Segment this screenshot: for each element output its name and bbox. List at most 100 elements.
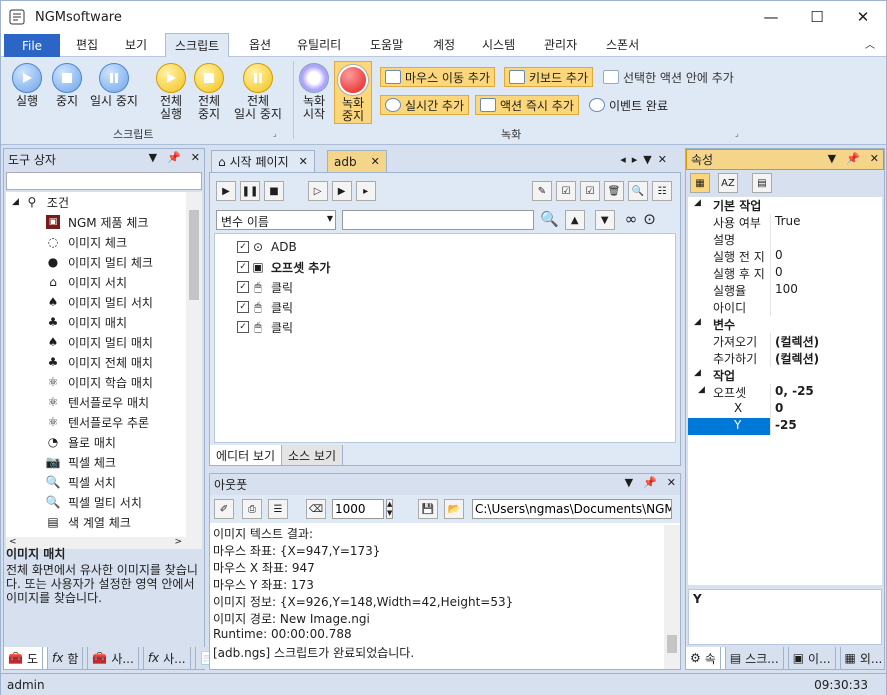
tab-adb[interactable]: adb ✕ [327, 150, 387, 172]
add-action-now-button[interactable]: 액션 즉시 추가 [475, 95, 579, 115]
tab-start-page[interactable]: ⌂ 시작 페이지 ✕ [211, 150, 315, 172]
infinity-icon[interactable]: ∞ [625, 210, 638, 230]
action-tree-node[interactable]: ✓ 🖱 클릭 [237, 277, 293, 297]
property-row[interactable]: Y -25 [688, 418, 881, 435]
tab-properties[interactable]: ⚙ 속 [686, 647, 726, 669]
close-icon[interactable]: ✕ [299, 155, 308, 168]
stop-all-button[interactable]: 전체 중지 [191, 63, 227, 121]
menu-account[interactable]: 계정 [433, 36, 455, 53]
tab-external[interactable]: ▦ 외... [841, 647, 887, 669]
menu-utility[interactable]: 유틸리티 [297, 36, 341, 53]
property-category[interactable]: 작업 [688, 367, 881, 384]
tab-source-view[interactable]: 소스 보기 [282, 445, 343, 465]
collapse-icon[interactable]: ◢ [694, 317, 701, 327]
tree-root-condition[interactable]: ◢ ⚲ 조건 [12, 192, 69, 212]
add-in-selected-button[interactable]: 선택한 액션 안에 추가 [599, 67, 738, 87]
property-category[interactable]: 변수 [688, 316, 881, 333]
event-done-button[interactable]: 이벤트 완료 [585, 95, 672, 115]
node-checkbox[interactable]: ✓ [237, 281, 249, 293]
sort-az-icon[interactable]: AZ [718, 173, 738, 193]
toolbox-item[interactable]: ⚛ 이미지 학습 매치 [46, 372, 153, 392]
group-launcher-icon[interactable]: ⌟ [735, 129, 739, 138]
toolbox-item[interactable]: ● 이미지 멀티 체크 [46, 252, 153, 272]
arrow-up-icon[interactable]: ▲ [564, 210, 585, 230]
menu-system[interactable]: 시스템 [482, 36, 515, 53]
menu-options[interactable]: 옵션 [249, 36, 271, 53]
output-count-input[interactable] [332, 499, 384, 519]
toolbox-item[interactable]: ⌂ 이미지 서치 [46, 272, 127, 292]
toolbox-item[interactable]: ⚛ 텐서플로우 추론 [46, 412, 150, 432]
run-button[interactable]: 실행 [9, 63, 45, 108]
toolbox-item[interactable]: ♣ 이미지 매치 [46, 312, 127, 332]
dropdown-icon[interactable]: ▼ [625, 476, 633, 489]
property-row[interactable]: 실행 후 지0 [688, 265, 881, 282]
pause-button[interactable]: 일시 중지 [87, 63, 141, 108]
toolbox-item[interactable]: 🔍 픽셀 멀티 서치 [46, 492, 142, 512]
tab-images[interactable]: ▣ 이... [789, 647, 841, 669]
tab-nav-icons[interactable]: ◂▸▼✕ [620, 153, 673, 166]
maximize-button[interactable]: ☐ [794, 1, 840, 33]
collapse-icon[interactable]: ◢ [694, 198, 701, 208]
node-checkbox[interactable]: ✓ [237, 321, 249, 333]
close-icon[interactable]: ✕ [371, 155, 380, 168]
close-icon[interactable]: ✕ [667, 476, 676, 489]
toolbox-scrollbar[interactable] [186, 192, 202, 537]
folder-icon[interactable]: 📂 [444, 499, 464, 519]
collapse-icon[interactable]: ◢ [694, 368, 701, 378]
property-row[interactable]: 실행 전 지0 [688, 248, 881, 265]
toolbox-item[interactable]: ▤ 색 계열 체크 [46, 512, 131, 532]
menu-edit[interactable]: 편집 [76, 36, 98, 53]
play-icon[interactable]: ▶ [216, 181, 236, 201]
stop-icon[interactable]: ■ [264, 181, 284, 201]
edit-icon[interactable]: ✎ [532, 181, 552, 201]
check-icon[interactable]: ☑ [580, 181, 600, 201]
group-launcher-icon[interactable]: ⌟ [273, 129, 277, 138]
check-all-icon[interactable]: ☑ [556, 181, 576, 201]
scroll-thumb[interactable] [189, 210, 199, 300]
action-tree-node[interactable]: ✓ ⊙ ADB [237, 237, 297, 257]
variable-value-input[interactable] [342, 210, 534, 230]
menu-file[interactable]: File [4, 34, 60, 57]
arrow-down-icon[interactable]: ▼ [594, 210, 615, 230]
pause-icon[interactable]: ❚❚ [240, 181, 260, 201]
search-icon[interactable]: 🔍 [540, 210, 559, 230]
step-over-icon[interactable]: ▸ [355, 181, 376, 201]
collapse-icon[interactable]: ◢ [12, 197, 19, 207]
pin-icon[interactable]: 📌 [846, 152, 860, 165]
tab-script[interactable]: ▤ 스크... [726, 647, 789, 669]
toolbox-item[interactable]: ♣ 이미지 전체 매치 [46, 352, 153, 372]
node-checkbox[interactable]: ✓ [237, 301, 249, 313]
tab-user-func[interactable]: fx 사... [144, 647, 196, 669]
node-checkbox[interactable]: ✓ [237, 261, 249, 273]
action-tree-node[interactable]: ✓ 🖱 클릭 [237, 317, 293, 337]
pin-icon[interactable]: 📌 [167, 151, 181, 164]
property-category[interactable]: 기본 작업 [688, 197, 881, 214]
pause-all-button[interactable]: 전체 일시 중지 [229, 63, 287, 121]
scroll-thumb[interactable] [667, 635, 677, 653]
stop-button[interactable]: 중지 [49, 63, 85, 108]
tab-editor-view[interactable]: 에디터 보기 [210, 445, 283, 465]
minimize-button[interactable]: — [748, 1, 794, 33]
menu-script[interactable]: 스크립트 [165, 33, 230, 58]
eraser-icon[interactable]: ⌫ [306, 499, 326, 519]
delete-icon[interactable]: 🗑 [604, 181, 624, 201]
tab-functions[interactable]: fx 함 [48, 647, 89, 669]
more-icon[interactable]: ⊙ [643, 210, 656, 230]
tab-toolbox[interactable]: 🧰 도 [4, 647, 48, 669]
menu-sponsor[interactable]: 스폰서 [606, 36, 639, 53]
pin-icon[interactable]: 📌 [643, 476, 657, 489]
toolbox-item[interactable]: ⚛ 텐서플로우 매치 [46, 392, 150, 412]
record-stop-button[interactable]: 녹화 중지 [334, 61, 372, 124]
node-checkbox[interactable]: ✓ [237, 241, 249, 253]
dropdown-icon[interactable]: ▼ [828, 152, 836, 165]
menu-help[interactable]: 도움말 [370, 36, 403, 53]
output-scrollbar[interactable] [664, 525, 680, 669]
variable-select[interactable]: 변수 이름 ▼ [216, 210, 336, 230]
tab-user[interactable]: 🧰 사... [88, 647, 144, 669]
toolbox-item[interactable]: ◔ 욜로 매치 [46, 432, 116, 452]
add-keyboard-button[interactable]: 키보드 추가 [504, 67, 594, 87]
menu-view[interactable]: 보기 [125, 36, 147, 53]
toolbox-item[interactable]: 🔍 픽셀 서치 [46, 472, 116, 492]
add-realtime-button[interactable]: 실시간 추가 [380, 95, 470, 115]
tree-icon[interactable]: ☷ [652, 181, 672, 201]
